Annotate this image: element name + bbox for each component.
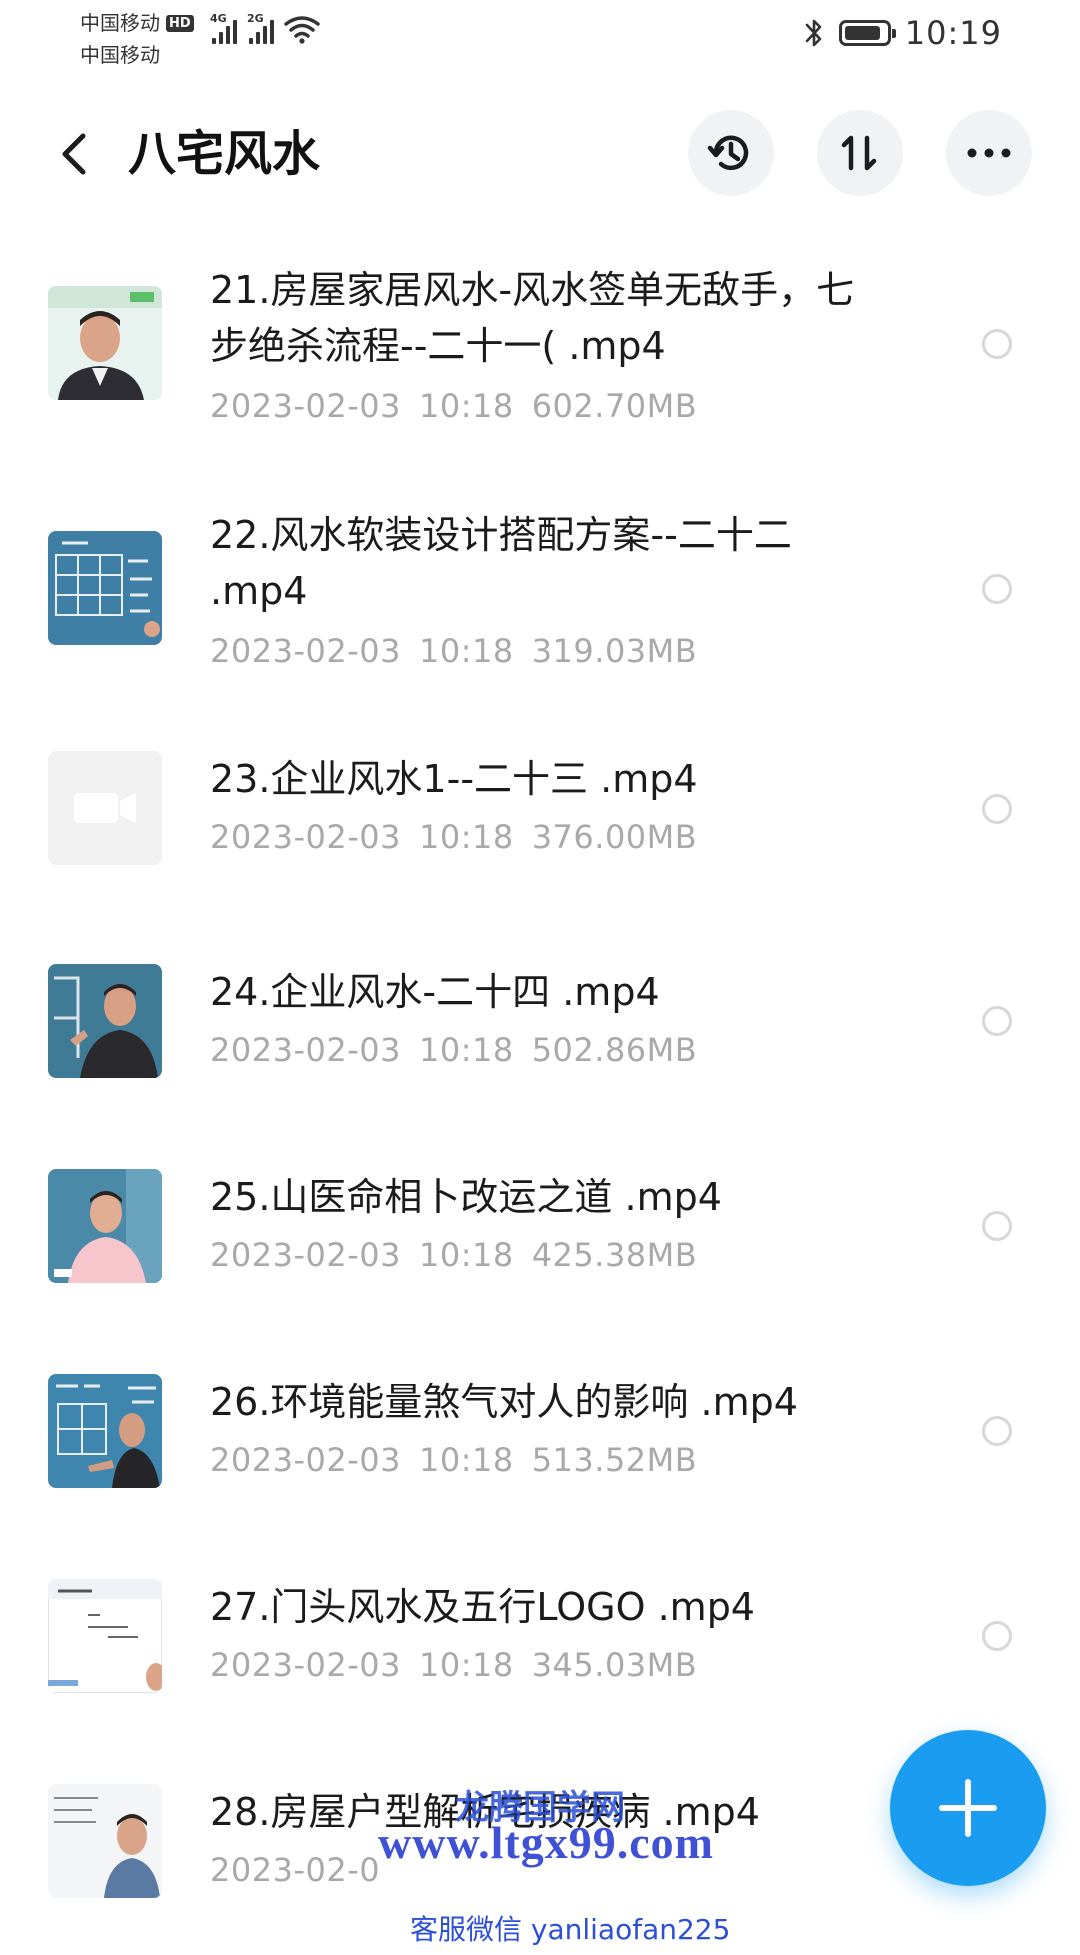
file-size: 345.03MB bbox=[531, 1646, 698, 1684]
file-date: 2023-02-03 bbox=[210, 1441, 401, 1479]
file-size: 502.86MB bbox=[531, 1031, 698, 1069]
video-thumbnail bbox=[48, 1784, 162, 1898]
status-time: 10:19 bbox=[904, 14, 1002, 52]
file-meta: 2023-02-03 10:18 376.00MB bbox=[210, 817, 697, 857]
more-button[interactable] bbox=[946, 110, 1032, 196]
file-meta: 2023-02-03 10:18 513.52MB bbox=[210, 1440, 697, 1480]
app-header: 八宅风水 bbox=[0, 100, 1080, 210]
add-button[interactable] bbox=[890, 1730, 1046, 1886]
video-thumbnail bbox=[48, 286, 162, 400]
video-camera-icon bbox=[74, 793, 136, 823]
select-radio[interactable] bbox=[982, 1621, 1012, 1651]
file-item[interactable]: 24.企业风水-二十四 .mp4 2023-02-03 10:18 502.86MB bbox=[0, 944, 1080, 1114]
file-date: 2023-02-03 bbox=[210, 1031, 401, 1069]
file-size: 376.00MB bbox=[531, 818, 698, 856]
file-meta: 2023-02-03 10:18 425.38MB bbox=[210, 1235, 697, 1275]
file-folder-screen: 中国移动 HD 中国移动 4G 2G 10:19 八宅风水 21.房屋家居风水-… bbox=[0, 0, 1080, 1955]
file-meta: 2023-02-03 10:18 345.03MB bbox=[210, 1645, 697, 1685]
hd-badge: HD bbox=[166, 14, 194, 32]
status-right: 10:19 bbox=[803, 14, 1002, 52]
file-meta: 2023-02-03 10:18 602.70MB bbox=[210, 386, 697, 426]
sort-icon bbox=[841, 135, 877, 171]
carrier-info: 中国移动 HD 中国移动 bbox=[80, 7, 194, 71]
file-name: 25.山医命相卜改运之道 .mp4 bbox=[210, 1175, 722, 1219]
file-name: 24.企业风水-二十四 .mp4 bbox=[210, 970, 660, 1014]
sort-button[interactable] bbox=[817, 110, 903, 196]
battery-icon bbox=[838, 20, 896, 46]
file-date: 2023-02-03 bbox=[210, 818, 401, 856]
file-size: 319.03MB bbox=[531, 632, 698, 670]
file-time: 10:18 bbox=[418, 632, 514, 670]
file-item[interactable]: 27.门头风水及五行LOGO .mp4 2023-02-03 10:18 345.0… bbox=[0, 1559, 1080, 1729]
file-date: 2023-02-03 bbox=[210, 1236, 401, 1274]
file-date: 2023-02-03 bbox=[210, 387, 401, 425]
file-item[interactable]: 26.环境能量煞气对人的影响 .mp4 2023-02-03 10:18 513.5… bbox=[0, 1354, 1080, 1524]
file-meta: 2023-02-03 10:18 502.86MB bbox=[210, 1030, 697, 1070]
file-name: 28.房屋户型解析宅损疾病 .mp4 bbox=[210, 1790, 760, 1834]
video-thumbnail bbox=[48, 964, 162, 1078]
status-bar: 中国移动 HD 中国移动 4G 2G 10:19 bbox=[0, 0, 1080, 74]
file-meta: 2023-02-03 10:18 319.03MB bbox=[210, 631, 697, 671]
file-meta: 2023-02-0 bbox=[210, 1850, 380, 1890]
more-icon bbox=[967, 148, 1011, 158]
file-name: 27.门头风水及五行LOGO .mp4 bbox=[210, 1585, 755, 1629]
file-time: 10:18 bbox=[418, 387, 514, 425]
select-radio[interactable] bbox=[982, 1211, 1012, 1241]
plus-icon bbox=[939, 1779, 997, 1837]
file-name: 23.企业风水1--二十三 .mp4 bbox=[210, 757, 698, 801]
select-radio[interactable] bbox=[982, 794, 1012, 824]
bluetooth-icon bbox=[805, 19, 822, 47]
video-thumbnail bbox=[48, 1579, 162, 1693]
file-date: 2023-02-03 bbox=[210, 1646, 401, 1684]
select-radio[interactable] bbox=[982, 574, 1012, 604]
file-item[interactable]: 22.风水软装设计搭配方案--二十二 .mp4 2023-02-03 10:18 3… bbox=[0, 489, 1080, 719]
video-thumbnail bbox=[48, 1374, 162, 1488]
file-time: 10:18 bbox=[418, 1646, 514, 1684]
file-time: 10:18 bbox=[418, 1441, 514, 1479]
video-thumbnail bbox=[48, 1169, 162, 1283]
carrier-1: 中国移动 bbox=[80, 11, 160, 35]
carrier-2: 中国移动 bbox=[80, 43, 160, 67]
file-size: 425.38MB bbox=[531, 1236, 698, 1274]
select-radio[interactable] bbox=[982, 1006, 1012, 1036]
history-button[interactable] bbox=[688, 110, 774, 196]
file-time: 10:18 bbox=[418, 1236, 514, 1274]
back-button[interactable] bbox=[48, 124, 100, 184]
file-date: 2023-02-03 bbox=[210, 632, 401, 670]
history-icon bbox=[707, 135, 749, 170]
file-size: 513.52MB bbox=[531, 1441, 698, 1479]
file-name: 26.环境能量煞气对人的影响 .mp4 bbox=[210, 1380, 798, 1424]
back-arrow-icon bbox=[62, 133, 86, 175]
video-thumbnail bbox=[48, 531, 162, 645]
file-time: 10:18 bbox=[418, 1031, 514, 1069]
file-name: 22.风水软装设计搭配方案--二十二 .mp4 bbox=[210, 513, 792, 613]
signal-indicators: 4G 2G bbox=[210, 12, 320, 44]
file-time: 10:18 bbox=[418, 818, 514, 856]
file-name: 21.房屋家居风水-风水签单无敌手，七步绝杀流程--二十一( .mp4 bbox=[210, 268, 855, 368]
select-radio[interactable] bbox=[982, 329, 1012, 359]
file-size: 602.70MB bbox=[531, 387, 698, 425]
file-item[interactable]: 21.房屋家居风水-风水签单无敌手，七步绝杀流程--二十一( .mp4 2023… bbox=[0, 244, 1080, 474]
select-radio[interactable] bbox=[982, 1416, 1012, 1446]
file-date: 2023-02-0 bbox=[210, 1851, 381, 1889]
video-placeholder-thumbnail bbox=[48, 751, 162, 865]
page-title: 八宅风水 bbox=[128, 126, 321, 182]
file-item[interactable]: 25.山医命相卜改运之道 .mp4 2023-02-03 10:18 425.38M… bbox=[0, 1149, 1080, 1319]
file-item[interactable]: 23.企业风水1--二十三 .mp4 2023-02-03 10:18 376.00… bbox=[0, 739, 1080, 909]
signal-1-icon: 4G bbox=[210, 12, 237, 44]
signal-2-icon: 2G bbox=[247, 12, 274, 44]
wifi-icon bbox=[284, 16, 320, 44]
